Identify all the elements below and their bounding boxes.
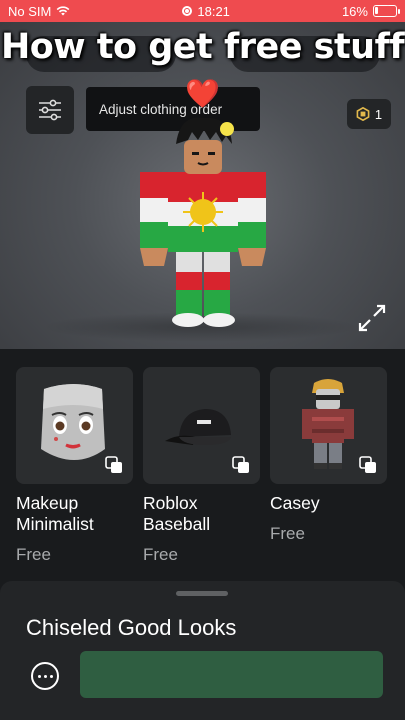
item-details-sheet: Chiseled Good Looks bbox=[0, 581, 405, 720]
makeup-face-thumbnail bbox=[16, 367, 133, 484]
expand-arrows-icon[interactable] bbox=[358, 304, 386, 332]
primary-action-button[interactable] bbox=[80, 651, 383, 698]
battery-percent: 16% bbox=[341, 3, 368, 19]
battery-fill bbox=[374, 7, 378, 14]
item-price: Free bbox=[16, 545, 51, 564]
casey-avatar-thumbnail bbox=[270, 367, 387, 484]
status-bar: No SIM 18:21 16% ⚡ bbox=[0, 0, 405, 22]
status-bar-center: 18:21 bbox=[182, 4, 230, 19]
heart-emoji: ❤️ bbox=[185, 78, 220, 109]
item-name: Casey bbox=[270, 493, 320, 513]
charging-bolt-icon: ⚡ bbox=[381, 5, 390, 16]
clock: 18:21 bbox=[197, 3, 230, 19]
avatar-figure bbox=[140, 117, 266, 327]
item-card[interactable]: Makeup Minimalist Free bbox=[16, 367, 133, 565]
wifi-icon bbox=[56, 6, 70, 16]
sheet-drag-handle[interactable] bbox=[176, 591, 228, 596]
item-card[interactable]: Roblox Baseball Free bbox=[143, 367, 260, 565]
video-title-overlay: How to get free stuff bbox=[0, 27, 405, 67]
status-bar-left: No SIM bbox=[8, 4, 70, 19]
more-options-icon[interactable] bbox=[31, 662, 59, 690]
item-name: Makeup Minimalist bbox=[16, 493, 94, 534]
screen-record-icon bbox=[182, 6, 193, 16]
layered-clothing-icon bbox=[359, 456, 376, 473]
item-price: Free bbox=[143, 545, 178, 564]
layered-clothing-icon bbox=[105, 456, 122, 473]
avatar-preview[interactable]: Adjust clothing order 1 ❤️ bbox=[0, 22, 405, 349]
item-name: Roblox Baseball bbox=[143, 493, 211, 534]
carrier-label: No SIM bbox=[8, 3, 52, 19]
baseball-cap-thumbnail bbox=[143, 367, 260, 484]
status-bar-right: 16% ⚡ bbox=[341, 3, 400, 19]
item-card[interactable]: Casey Free bbox=[270, 367, 387, 544]
battery-charging-icon: ⚡ bbox=[372, 5, 400, 17]
item-price: Free bbox=[270, 524, 305, 543]
item-title: Chiseled Good Looks bbox=[26, 615, 237, 640]
layered-clothing-icon bbox=[232, 456, 249, 473]
item-grid: Makeup Minimalist Free Roblox Baseball F… bbox=[0, 349, 405, 581]
